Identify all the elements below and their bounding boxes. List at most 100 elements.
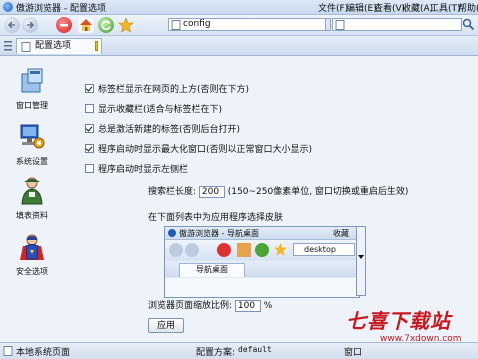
option-show-left-sidebar[interactable]: 程序启动时显示左侧栏 xyxy=(85,162,188,175)
sidebar-item-window-management[interactable]: 窗口管理 xyxy=(2,66,62,111)
preview-content xyxy=(165,278,359,297)
preview-tab-bar: 导航桌面 xyxy=(165,261,359,277)
back-button[interactable] xyxy=(4,17,20,33)
checkbox[interactable] xyxy=(85,84,94,93)
superhero-security-icon xyxy=(20,234,44,260)
preview-address: desktop xyxy=(293,243,355,256)
config-scheme-value: default xyxy=(238,345,272,354)
option-label: 程序启动时显示左侧栏 xyxy=(98,165,189,175)
refresh-icon xyxy=(101,20,111,31)
stop-icon xyxy=(60,24,68,27)
zoom-label: 浏览器页面缩放比例: xyxy=(148,301,233,311)
menu-edit[interactable]: 编辑(E) xyxy=(346,1,377,14)
sidebar-label: 窗口管理 xyxy=(16,101,48,110)
address-dropdown-arrow[interactable] xyxy=(325,18,331,31)
checkbox[interactable] xyxy=(85,104,94,113)
tab-bar: 配置选项 xyxy=(0,36,478,56)
search-length-label: 搜索栏长度: xyxy=(148,187,197,197)
checkbox[interactable] xyxy=(85,144,94,153)
address-text: config xyxy=(183,19,211,29)
config-scheme-label: 配置方案: xyxy=(196,348,236,358)
sidebar-item-system-settings[interactable]: 系统设置 xyxy=(2,122,62,167)
forward-arrow-icon xyxy=(27,21,35,29)
person-form-icon xyxy=(21,177,43,205)
skin-preview[interactable]: 傲游浏览器 - 导航桌面 收藏 desktop 导航桌面 xyxy=(164,226,360,298)
option-activate-new-tab[interactable]: 总是激活新建的标签(否则后台打开) xyxy=(85,122,240,135)
zoom-input[interactable]: 100 xyxy=(234,299,261,312)
sidebar-item-security[interactable]: 安全选项 xyxy=(2,232,62,277)
option-label: 显示收藏栏(适合与标签栏在下) xyxy=(98,105,223,115)
tab-drag-handle[interactable] xyxy=(95,41,98,51)
tab-config[interactable]: 配置选项 xyxy=(16,38,102,54)
skin-list-scrollbar[interactable] xyxy=(356,226,366,296)
search-page-icon xyxy=(335,20,345,30)
refresh-button[interactable] xyxy=(98,17,114,33)
option-start-maximized[interactable]: 程序启动时显示最大化窗口(否则以正常窗口大小显示) xyxy=(85,142,312,155)
status-window: 窗口 xyxy=(344,348,363,358)
stop-button[interactable] xyxy=(56,17,72,33)
option-label: 标签栏显示在网页的上方(否则在下方) xyxy=(98,85,250,95)
preview-tab: 导航桌面 xyxy=(179,263,245,277)
preview-title-bar: 傲游浏览器 - 导航桌面 收藏 xyxy=(165,227,359,240)
menu-view[interactable]: 查看(V) xyxy=(374,1,405,14)
preview-nav-toolbar: desktop xyxy=(165,240,359,260)
search-length-row: 搜索栏长度: 200 (150~250像素单位, 窗口切换或重启后生效) xyxy=(148,184,408,198)
sidebar: 窗口管理 系统设置 填表资料 安全选项 xyxy=(0,56,64,342)
menu-favorites[interactable]: 收藏(A) xyxy=(402,1,433,14)
back-arrow-icon xyxy=(7,21,15,29)
option-label: 程序启动时显示最大化窗口(否则以正常窗口大小显示) xyxy=(98,145,313,155)
forward-button[interactable] xyxy=(22,17,38,33)
favorite-star-button[interactable] xyxy=(118,17,134,33)
sidebar-label: 安全选项 xyxy=(16,267,48,276)
preview-star-icon xyxy=(274,243,287,256)
window-management-icon xyxy=(21,68,43,93)
page-icon xyxy=(3,346,13,356)
apply-button[interactable]: 应用 xyxy=(148,318,184,333)
status-text: 本地系统页面 xyxy=(16,348,71,358)
watermark-text: 七喜下载站 xyxy=(346,309,451,333)
menu-file[interactable]: 文件(F) xyxy=(318,1,348,14)
sidebar-label: 填表资料 xyxy=(16,211,48,220)
search-length-input[interactable]: 200 xyxy=(198,185,225,198)
option-label: 总是激活新建的标签(否则后台打开) xyxy=(98,125,241,135)
preview-stop-icon xyxy=(217,243,231,257)
checkbox[interactable] xyxy=(85,124,94,133)
search-icon xyxy=(462,18,475,31)
navigation-toolbar: config xyxy=(0,15,478,36)
sidebar-item-form-data[interactable]: 填表资料 xyxy=(2,176,62,221)
preview-back-icon xyxy=(169,243,183,257)
window-title: 傲游浏览器 - 配置选项 xyxy=(16,4,106,14)
menu-tools[interactable]: 工具(T) xyxy=(430,1,461,14)
preview-forward-icon xyxy=(185,243,199,257)
menu-help[interactable]: 帮助(H) xyxy=(458,1,478,14)
title-bar: 傲游浏览器 - 配置选项 文件(F) 编辑(E) 查看(V) 收藏(A) 工具(… xyxy=(0,0,478,15)
preview-menu-favorites: 收藏 xyxy=(333,229,349,238)
search-input[interactable] xyxy=(332,18,462,31)
list-icon xyxy=(4,41,12,51)
search-go-button[interactable] xyxy=(462,18,475,31)
computer-settings-icon xyxy=(20,124,45,149)
zoom-row: 浏览器页面缩放比例: 100 % xyxy=(148,298,272,312)
skin-section-label: 在下面列表中为应用程序选择皮肤 xyxy=(148,213,284,223)
preview-home-icon xyxy=(237,243,251,257)
tab-label: 配置选项 xyxy=(35,41,72,51)
home-button[interactable] xyxy=(78,17,94,33)
checkbox[interactable] xyxy=(85,164,94,173)
page-icon xyxy=(171,20,181,30)
status-bar: 本地系统页面 配置方案: default 窗口 xyxy=(0,342,478,359)
tab-menu-button[interactable] xyxy=(3,39,13,52)
sidebar-label: 系统设置 xyxy=(16,157,48,166)
preview-logo-icon xyxy=(168,229,176,237)
page-icon xyxy=(21,42,31,52)
search-length-hint: (150~250像素单位, 窗口切换或重启后生效) xyxy=(227,187,409,197)
home-icon xyxy=(80,19,92,31)
option-show-favorites-bar[interactable]: 显示收藏栏(适合与标签栏在下) xyxy=(85,102,222,115)
star-icon xyxy=(118,17,134,33)
option-tabbar-top[interactable]: 标签栏显示在网页的上方(否则在下方) xyxy=(85,82,249,95)
app-logo-icon xyxy=(3,2,13,12)
zoom-unit: % xyxy=(263,301,273,311)
scroll-down-arrow-icon xyxy=(358,255,364,259)
address-bar[interactable]: config xyxy=(168,18,326,31)
preview-title: 傲游浏览器 - 导航桌面 xyxy=(179,229,259,238)
preview-refresh-icon xyxy=(255,243,269,257)
